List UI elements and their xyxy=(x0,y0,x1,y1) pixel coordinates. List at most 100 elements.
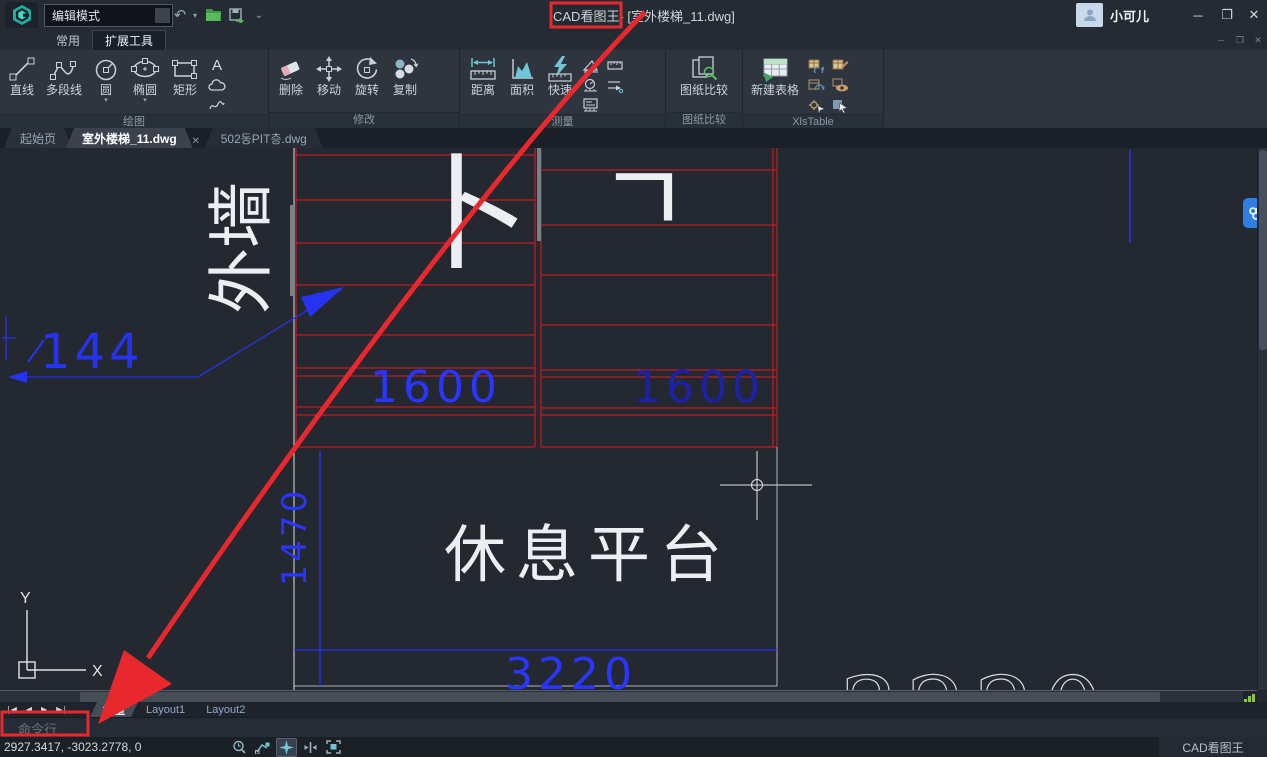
area-button[interactable]: 面积 xyxy=(503,52,541,97)
ribbon-empty-area xyxy=(884,50,1267,128)
rectangle-button[interactable]: 矩形 xyxy=(165,52,205,97)
statusbar-app-label: CAD看图王 xyxy=(1159,737,1267,757)
clipped-glyph-left: 卜 xyxy=(405,148,530,288)
quick-measure-icon xyxy=(546,55,574,83)
move-icon xyxy=(315,55,343,83)
minimize-button[interactable]: ─ xyxy=(1185,4,1211,26)
doc-tab-other[interactable]: 502동PIT층.dwg xyxy=(205,128,323,148)
circle-dropdown-caret[interactable]: ▾ xyxy=(104,98,108,104)
fullscreen-icon[interactable] xyxy=(324,739,343,756)
window-title: CAD看图王 - [室外楼梯_11.dwg] xyxy=(553,4,735,26)
ucs-icon: Y X xyxy=(19,590,103,680)
drawing-canvas[interactable]: 144 1600 1600 3220 1470 外墙 卜 ㄱ 休息平台 3220… xyxy=(0,148,1267,690)
erase-button[interactable]: 删除 xyxy=(272,52,310,97)
drawing-compare-button[interactable]: 图纸比较 xyxy=(675,52,733,97)
ribbon: 直线 多段线 圆 ▾ xyxy=(0,50,1267,129)
cad-texts: 外墙 卜 ㄱ 休息平台 3220 xyxy=(203,148,1110,690)
zoom-tool-icon[interactable] xyxy=(230,739,249,756)
open-folder-icon[interactable] xyxy=(202,4,224,26)
ribbon-tab-common[interactable]: 常用 xyxy=(44,30,92,50)
measure-offset-icon[interactable] xyxy=(605,76,625,94)
wall-label-text: 外墙 xyxy=(203,182,280,314)
layout-tab-layout1[interactable]: Layout1 xyxy=(133,702,198,717)
xls-edit-icon[interactable] xyxy=(830,56,850,74)
polyline-snap-icon[interactable] xyxy=(253,739,272,756)
rotate-button[interactable]: 旋转 xyxy=(348,52,386,97)
revision-cloud-icon[interactable] xyxy=(207,76,227,94)
ellipse-dropdown-caret[interactable]: ▾ xyxy=(143,98,147,104)
measure-ruler-icon[interactable] xyxy=(605,56,625,74)
group-label-compare: 图纸比较 xyxy=(666,112,742,128)
doc-minimize-button[interactable]: ─ xyxy=(1212,33,1230,47)
vertical-scrollbar-thumb[interactable] xyxy=(1259,150,1267,350)
nav-prev-icon[interactable]: ◀ xyxy=(21,705,36,714)
mode-dropdown[interactable]: 编辑模式 xyxy=(44,4,173,27)
move-button[interactable]: 移动 xyxy=(310,52,348,97)
nav-last-icon[interactable]: ▶❘ xyxy=(51,705,72,714)
undo-icon[interactable]: ↶ xyxy=(170,4,190,26)
user-avatar[interactable] xyxy=(1076,3,1103,27)
cad-drawing: 144 1600 1600 3220 1470 外墙 卜 ㄱ 休息平台 3220… xyxy=(0,148,1267,690)
freehand-sketch-icon[interactable] xyxy=(207,96,227,114)
horizontal-scrollbar-thumb[interactable] xyxy=(80,692,1160,702)
drawing-compare-icon xyxy=(689,55,719,83)
vertical-scrollbar[interactable] xyxy=(1257,148,1267,690)
quick-access-more-icon[interactable]: ⌄ xyxy=(252,4,266,26)
app-logo-icon xyxy=(11,4,33,26)
xls-settings-icon[interactable] xyxy=(806,96,826,114)
quick-measure-button[interactable]: 快速 xyxy=(541,52,579,97)
doc-close-button[interactable]: ✕ xyxy=(1249,33,1267,47)
mode-dropdown-thumb[interactable] xyxy=(155,8,170,23)
window-title-app: CAD看图王 xyxy=(553,6,619,25)
copy-icon xyxy=(391,55,419,83)
coordinates-readout: 2927.3417, -3023.2778, 0 xyxy=(4,740,141,754)
xls-refresh-icon[interactable] xyxy=(806,76,826,94)
close-button[interactable]: ✕ xyxy=(1241,4,1267,26)
xls-sync-icon[interactable] xyxy=(806,56,826,74)
command-line-bar[interactable]: 命令行 xyxy=(0,717,1267,738)
app-logo[interactable] xyxy=(5,2,38,28)
ucs-y-label: Y xyxy=(20,590,31,607)
doc-restore-button[interactable]: ❐ xyxy=(1231,33,1249,47)
area-icon xyxy=(508,55,536,83)
status-bar: 2927.3417, -3023.2778, 0 CAD看图王 xyxy=(0,737,1267,757)
ribbon-group-xlstable: 新建表格 xyxy=(743,50,884,128)
eraser-icon xyxy=(277,55,305,83)
circle-icon xyxy=(92,55,120,83)
restore-button[interactable]: ❐ xyxy=(1214,4,1240,26)
xls-view-icon[interactable] xyxy=(830,76,850,94)
measure-angle-icon[interactable] xyxy=(581,56,601,74)
copy-button[interactable]: 复制 xyxy=(386,52,424,97)
measure-radius-icon[interactable] xyxy=(581,76,601,94)
username-label[interactable]: 小可儿 xyxy=(1110,6,1149,25)
new-table-button[interactable]: 新建表格 xyxy=(746,52,804,97)
undo-caret-icon[interactable]: ▾ xyxy=(190,4,200,26)
circle-button[interactable]: 圆 ▾ xyxy=(87,52,125,104)
nav-next-icon[interactable]: ▶ xyxy=(36,705,51,714)
layout-tab-bar: ❘◀ ◀ ▶ ▶❘ 模型 Layout1 Layout2 xyxy=(0,702,1267,717)
outline-3220-text: 3220 xyxy=(838,657,1110,690)
dimension-texts: 144 1600 1600 3220 1470 xyxy=(40,324,765,690)
layout-tab-layout2[interactable]: Layout2 xyxy=(193,702,258,717)
distance-button[interactable]: 距离 xyxy=(463,52,503,97)
ribbon-tab-extended[interactable]: 扩展工具 xyxy=(92,30,166,51)
ellipse-button[interactable]: 椭圆 ▾ xyxy=(125,52,165,104)
doc-tab-start-page[interactable]: 起始页 xyxy=(4,128,72,148)
crosshair-cursor xyxy=(720,451,812,520)
crosshair-mode-icon[interactable] xyxy=(276,738,297,757)
new-table-icon xyxy=(759,55,791,83)
line-button[interactable]: 直线 xyxy=(3,52,41,97)
split-view-icon[interactable] xyxy=(301,739,320,756)
nav-first-icon[interactable]: ❘◀ xyxy=(0,705,21,714)
text-tool-icon[interactable]: A xyxy=(207,56,227,74)
polyline-button[interactable]: 多段线 xyxy=(41,52,87,97)
doc-tab-active[interactable]: 室外楼梯_11.dwg xyxy=(66,128,193,148)
measure-list-icon[interactable] xyxy=(581,96,601,114)
command-line-label[interactable]: 命令行 xyxy=(18,719,57,738)
layout-tab-model[interactable]: 模型 xyxy=(90,702,138,717)
rectangle-icon xyxy=(170,55,200,83)
xls-pick-icon[interactable] xyxy=(830,96,850,114)
save-export-icon[interactable] xyxy=(226,4,248,26)
ribbon-group-compare: 图纸比较 图纸比较 xyxy=(666,50,743,128)
distance-icon xyxy=(468,55,498,83)
